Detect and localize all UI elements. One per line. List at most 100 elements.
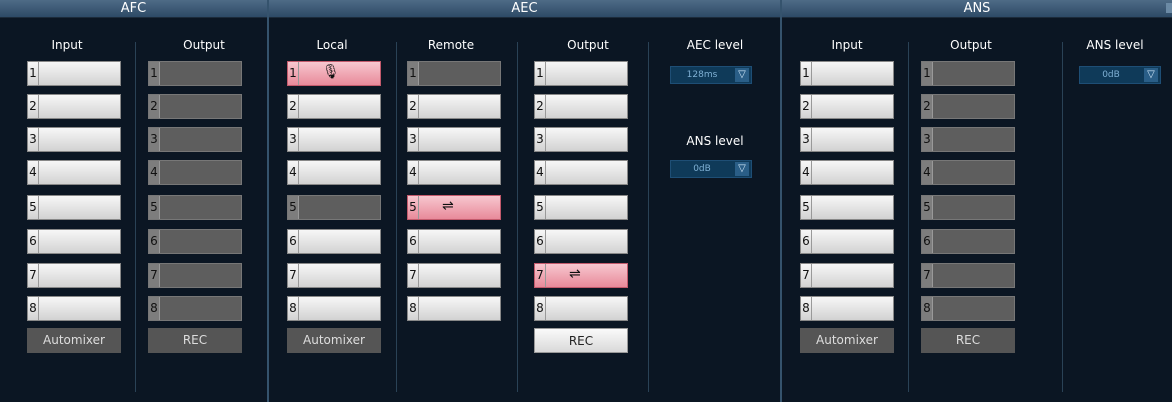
afc-output-channel-3[interactable]: 3	[148, 127, 242, 152]
aec-ans-level-dropdown[interactable]: 0dB ▽	[670, 160, 752, 178]
aec-remote-channel-4[interactable]: 4	[407, 160, 501, 185]
afc-output-channel-4[interactable]: 4	[148, 160, 242, 185]
dsp-matrix-panel: AFC AEC ANS Input Output Local Remote Ou…	[0, 0, 1172, 402]
ans-input-channel-2[interactable]: 2	[800, 94, 894, 119]
section-divider	[267, 0, 269, 402]
column-divider	[517, 42, 518, 392]
channel-number: 4	[922, 161, 933, 184]
aec-level-dropdown[interactable]: 128ms ▽	[670, 66, 752, 84]
afc-output-channel-8[interactable]: 8	[148, 296, 242, 321]
afc-input-channel-6[interactable]: 6	[27, 229, 121, 254]
channel-number: 7	[801, 264, 812, 287]
ans-output-channel-7[interactable]: 7	[921, 263, 1015, 288]
aec-remote-channel-5[interactable]: 5 ⇌	[407, 195, 501, 220]
afc-input-channel-4[interactable]: 4	[27, 160, 121, 185]
ans-input-channel-1[interactable]: 1	[800, 61, 894, 86]
ans-input-channel-6[interactable]: 6	[800, 229, 894, 254]
channel-number: 1	[535, 62, 546, 85]
aec-automixer-button[interactable]: Automixer	[287, 328, 381, 353]
afc-input-channel-3[interactable]: 3	[27, 127, 121, 152]
afc-output-channel-7[interactable]: 7	[148, 263, 242, 288]
channel-number: 6	[408, 230, 419, 253]
aec-output-channel-7[interactable]: 7 ⇌	[534, 263, 628, 288]
channel-number: 3	[288, 128, 299, 151]
afc-input-channel-5[interactable]: 5	[27, 195, 121, 220]
aec-remote-channel-8[interactable]: 8	[407, 296, 501, 321]
ans-title: ANS	[963, 1, 991, 16]
ans-output-channel-6[interactable]: 6	[921, 229, 1015, 254]
aec-output-channel-2[interactable]: 2	[534, 94, 628, 119]
afc-title: AFC	[120, 1, 147, 16]
channel-number: 6	[922, 230, 933, 253]
channel-number: 1	[149, 62, 160, 85]
aec-local-channel-3[interactable]: 3	[287, 127, 381, 152]
ans-section-header: ANS	[782, 0, 1172, 18]
aec-local-channel-4[interactable]: 4	[287, 160, 381, 185]
afc-input-channel-2[interactable]: 2	[27, 94, 121, 119]
aec-remote-channel-6[interactable]: 6	[407, 229, 501, 254]
ans-automixer-button[interactable]: Automixer	[800, 328, 894, 353]
ans-input-channel-4[interactable]: 4	[800, 160, 894, 185]
ans-input-channel-5[interactable]: 5	[800, 195, 894, 220]
afc-input-channel-7[interactable]: 7	[27, 263, 121, 288]
aec-local-channel-8[interactable]: 8	[287, 296, 381, 321]
aec-local-channel-1[interactable]: 1 🎙	[287, 61, 381, 86]
aec-output-channel-8[interactable]: 8	[534, 296, 628, 321]
channel-number: 2	[922, 95, 933, 118]
channel-number: 8	[922, 297, 933, 320]
aec-local-channel-7[interactable]: 7	[287, 263, 381, 288]
aec-remote-channel-2[interactable]: 2	[407, 94, 501, 119]
aec-remote-channel-1[interactable]: 1	[407, 61, 501, 86]
afc-output-title: Output	[183, 38, 225, 52]
channel-number: 1	[801, 62, 812, 85]
ans-output-channel-5[interactable]: 5	[921, 195, 1015, 220]
afc-output-channel-1[interactable]: 1	[148, 61, 242, 86]
afc-automixer-button[interactable]: Automixer	[27, 328, 121, 353]
aec-remote-title: Remote	[427, 38, 475, 52]
channel-number: 4	[288, 161, 299, 184]
channel-number: 2	[535, 95, 546, 118]
aec-output-channel-5[interactable]: 5	[534, 195, 628, 220]
ans-output-channel-3[interactable]: 3	[921, 127, 1015, 152]
afc-output-channel-5[interactable]: 5	[148, 195, 242, 220]
afc-output-channel-6[interactable]: 6	[148, 229, 242, 254]
ans-level-dropdown[interactable]: 0dB ▽	[1079, 66, 1161, 84]
swap-arrows-icon: ⇌	[442, 198, 454, 214]
channel-number: 5	[535, 196, 546, 219]
channel-number: 1	[408, 62, 419, 85]
aec-remote-channel-7[interactable]: 7	[407, 263, 501, 288]
ans-output-channel-8[interactable]: 8	[921, 296, 1015, 321]
channel-number: 7	[288, 264, 299, 287]
ans-output-channel-4[interactable]: 4	[921, 160, 1015, 185]
afc-output-channel-2[interactable]: 2	[148, 94, 242, 119]
aec-local-channel-2[interactable]: 2	[287, 94, 381, 119]
ans-output-channel-1[interactable]: 1	[921, 61, 1015, 86]
ans-rec-button[interactable]: REC	[921, 328, 1015, 353]
aec-output-channel-3[interactable]: 3	[534, 127, 628, 152]
aec-rec-button[interactable]: REC	[534, 328, 628, 353]
channel-number: 4	[149, 161, 160, 184]
channel-number: 6	[801, 230, 812, 253]
channel-number: 7	[535, 264, 546, 287]
ans-input-channel-3[interactable]: 3	[800, 127, 894, 152]
ans-level-title: ANS level	[1086, 38, 1144, 52]
channel-number: 8	[408, 297, 419, 320]
aec-output-channel-6[interactable]: 6	[534, 229, 628, 254]
channel-number: 4	[535, 161, 546, 184]
aec-remote-channel-3[interactable]: 3	[407, 127, 501, 152]
channel-number: 5	[408, 196, 419, 219]
ans-output-title: Output	[950, 38, 992, 52]
afc-rec-button[interactable]: REC	[148, 328, 242, 353]
aec-local-channel-5[interactable]: 5	[287, 195, 381, 220]
aec-output-channel-1[interactable]: 1	[534, 61, 628, 86]
ans-output-channel-2[interactable]: 2	[921, 94, 1015, 119]
ans-input-channel-7[interactable]: 7	[800, 263, 894, 288]
channel-number: 8	[801, 297, 812, 320]
channel-number: 5	[288, 196, 299, 219]
ans-input-channel-8[interactable]: 8	[800, 296, 894, 321]
aec-ans-level-title: ANS level	[686, 134, 744, 148]
aec-local-channel-6[interactable]: 6	[287, 229, 381, 254]
afc-input-channel-8[interactable]: 8	[27, 296, 121, 321]
afc-input-channel-1[interactable]: 1	[27, 61, 121, 86]
aec-output-channel-4[interactable]: 4	[534, 160, 628, 185]
